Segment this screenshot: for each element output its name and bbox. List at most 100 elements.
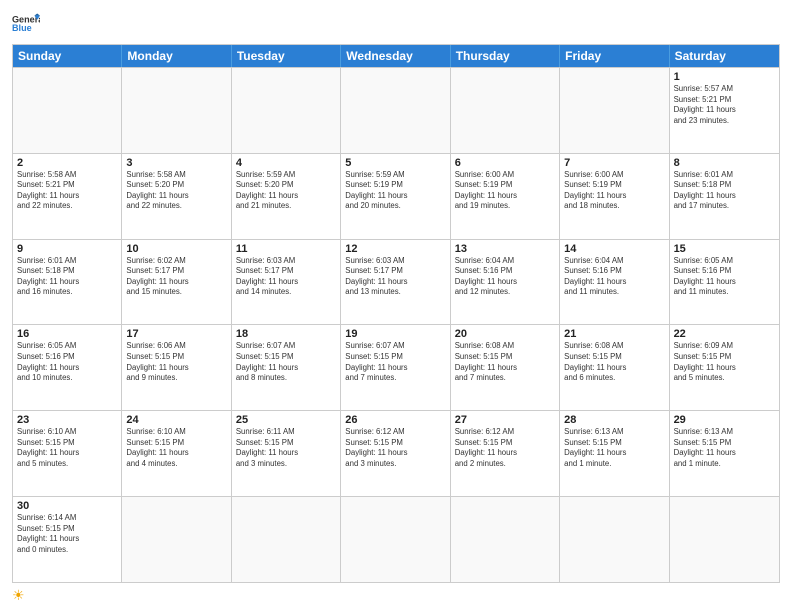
day-header-monday: Monday (122, 45, 231, 67)
day-header-tuesday: Tuesday (232, 45, 341, 67)
day-cell-22: 22Sunrise: 6:09 AM Sunset: 5:15 PM Dayli… (670, 325, 779, 410)
day-cell-19: 19Sunrise: 6:07 AM Sunset: 5:15 PM Dayli… (341, 325, 450, 410)
page: General Blue SundayMondayTuesdayWednesda… (0, 0, 792, 612)
day-number: 22 (674, 328, 775, 340)
day-number: 18 (236, 328, 336, 340)
calendar: SundayMondayTuesdayWednesdayThursdayFrid… (12, 44, 780, 583)
day-info: Sunrise: 6:10 AM Sunset: 5:15 PM Dayligh… (17, 427, 117, 469)
day-info: Sunrise: 6:11 AM Sunset: 5:15 PM Dayligh… (236, 427, 336, 469)
day-cell-4: 4Sunrise: 5:59 AM Sunset: 5:20 PM Daylig… (232, 154, 341, 239)
day-number: 27 (455, 414, 555, 426)
day-cell-1: 1Sunrise: 5:57 AM Sunset: 5:21 PM Daylig… (670, 68, 779, 153)
empty-cell (560, 497, 669, 582)
day-info: Sunrise: 5:58 AM Sunset: 5:21 PM Dayligh… (17, 170, 117, 212)
day-info: Sunrise: 5:58 AM Sunset: 5:20 PM Dayligh… (126, 170, 226, 212)
sun-icon: ☀ (12, 587, 25, 604)
day-info: Sunrise: 6:03 AM Sunset: 5:17 PM Dayligh… (236, 256, 336, 298)
day-cell-13: 13Sunrise: 6:04 AM Sunset: 5:16 PM Dayli… (451, 240, 560, 325)
day-info: Sunrise: 6:12 AM Sunset: 5:15 PM Dayligh… (455, 427, 555, 469)
day-cell-5: 5Sunrise: 5:59 AM Sunset: 5:19 PM Daylig… (341, 154, 450, 239)
day-number: 21 (564, 328, 664, 340)
day-info: Sunrise: 6:02 AM Sunset: 5:17 PM Dayligh… (126, 256, 226, 298)
day-cell-30: 30Sunrise: 6:14 AM Sunset: 5:15 PM Dayli… (13, 497, 122, 582)
day-number: 24 (126, 414, 226, 426)
day-header-thursday: Thursday (451, 45, 560, 67)
day-info: Sunrise: 6:09 AM Sunset: 5:15 PM Dayligh… (674, 341, 775, 383)
day-info: Sunrise: 6:05 AM Sunset: 5:16 PM Dayligh… (674, 256, 775, 298)
day-cell-3: 3Sunrise: 5:58 AM Sunset: 5:20 PM Daylig… (122, 154, 231, 239)
day-cell-17: 17Sunrise: 6:06 AM Sunset: 5:15 PM Dayli… (122, 325, 231, 410)
week-2: 9Sunrise: 6:01 AM Sunset: 5:18 PM Daylig… (13, 239, 779, 325)
day-info: Sunrise: 6:08 AM Sunset: 5:15 PM Dayligh… (564, 341, 664, 383)
day-cell-10: 10Sunrise: 6:02 AM Sunset: 5:17 PM Dayli… (122, 240, 231, 325)
day-header-wednesday: Wednesday (341, 45, 450, 67)
week-4: 23Sunrise: 6:10 AM Sunset: 5:15 PM Dayli… (13, 410, 779, 496)
day-info: Sunrise: 6:06 AM Sunset: 5:15 PM Dayligh… (126, 341, 226, 383)
day-number: 3 (126, 157, 226, 169)
day-info: Sunrise: 6:10 AM Sunset: 5:15 PM Dayligh… (126, 427, 226, 469)
day-number: 26 (345, 414, 445, 426)
day-headers: SundayMondayTuesdayWednesdayThursdayFrid… (13, 45, 779, 67)
empty-cell (670, 497, 779, 582)
day-cell-27: 27Sunrise: 6:12 AM Sunset: 5:15 PM Dayli… (451, 411, 560, 496)
day-number: 29 (674, 414, 775, 426)
day-info: Sunrise: 6:01 AM Sunset: 5:18 PM Dayligh… (17, 256, 117, 298)
logo-icon: General Blue (12, 10, 40, 38)
day-header-saturday: Saturday (670, 45, 779, 67)
day-info: Sunrise: 6:03 AM Sunset: 5:17 PM Dayligh… (345, 256, 445, 298)
day-number: 28 (564, 414, 664, 426)
day-cell-6: 6Sunrise: 6:00 AM Sunset: 5:19 PM Daylig… (451, 154, 560, 239)
empty-cell (341, 68, 450, 153)
day-info: Sunrise: 6:07 AM Sunset: 5:15 PM Dayligh… (236, 341, 336, 383)
day-info: Sunrise: 6:00 AM Sunset: 5:19 PM Dayligh… (455, 170, 555, 212)
day-info: Sunrise: 6:12 AM Sunset: 5:15 PM Dayligh… (345, 427, 445, 469)
day-info: Sunrise: 5:59 AM Sunset: 5:19 PM Dayligh… (345, 170, 445, 212)
empty-cell (232, 497, 341, 582)
day-number: 17 (126, 328, 226, 340)
day-info: Sunrise: 6:14 AM Sunset: 5:15 PM Dayligh… (17, 513, 117, 555)
day-cell-18: 18Sunrise: 6:07 AM Sunset: 5:15 PM Dayli… (232, 325, 341, 410)
weeks: 1Sunrise: 5:57 AM Sunset: 5:21 PM Daylig… (13, 67, 779, 582)
day-number: 1 (674, 71, 775, 83)
day-number: 16 (17, 328, 117, 340)
day-cell-2: 2Sunrise: 5:58 AM Sunset: 5:21 PM Daylig… (13, 154, 122, 239)
day-number: 8 (674, 157, 775, 169)
day-number: 5 (345, 157, 445, 169)
day-cell-24: 24Sunrise: 6:10 AM Sunset: 5:15 PM Dayli… (122, 411, 231, 496)
day-number: 7 (564, 157, 664, 169)
day-number: 19 (345, 328, 445, 340)
day-cell-12: 12Sunrise: 6:03 AM Sunset: 5:17 PM Dayli… (341, 240, 450, 325)
day-number: 14 (564, 243, 664, 255)
week-1: 2Sunrise: 5:58 AM Sunset: 5:21 PM Daylig… (13, 153, 779, 239)
week-5: 30Sunrise: 6:14 AM Sunset: 5:15 PM Dayli… (13, 496, 779, 582)
week-3: 16Sunrise: 6:05 AM Sunset: 5:16 PM Dayli… (13, 324, 779, 410)
day-number: 10 (126, 243, 226, 255)
day-info: Sunrise: 6:04 AM Sunset: 5:16 PM Dayligh… (455, 256, 555, 298)
header: General Blue (12, 10, 780, 38)
day-info: Sunrise: 6:13 AM Sunset: 5:15 PM Dayligh… (674, 427, 775, 469)
day-cell-14: 14Sunrise: 6:04 AM Sunset: 5:16 PM Dayli… (560, 240, 669, 325)
logo: General Blue (12, 10, 40, 38)
empty-cell (560, 68, 669, 153)
day-number: 9 (17, 243, 117, 255)
day-cell-25: 25Sunrise: 6:11 AM Sunset: 5:15 PM Dayli… (232, 411, 341, 496)
day-number: 23 (17, 414, 117, 426)
empty-cell (451, 497, 560, 582)
day-info: Sunrise: 6:00 AM Sunset: 5:19 PM Dayligh… (564, 170, 664, 212)
empty-cell (122, 68, 231, 153)
day-cell-7: 7Sunrise: 6:00 AM Sunset: 5:19 PM Daylig… (560, 154, 669, 239)
day-info: Sunrise: 6:08 AM Sunset: 5:15 PM Dayligh… (455, 341, 555, 383)
empty-cell (13, 68, 122, 153)
day-info: Sunrise: 6:05 AM Sunset: 5:16 PM Dayligh… (17, 341, 117, 383)
footer-note: ☀ (12, 583, 780, 604)
week-0: 1Sunrise: 5:57 AM Sunset: 5:21 PM Daylig… (13, 67, 779, 153)
day-number: 11 (236, 243, 336, 255)
day-cell-26: 26Sunrise: 6:12 AM Sunset: 5:15 PM Dayli… (341, 411, 450, 496)
day-cell-8: 8Sunrise: 6:01 AM Sunset: 5:18 PM Daylig… (670, 154, 779, 239)
empty-cell (451, 68, 560, 153)
day-info: Sunrise: 6:04 AM Sunset: 5:16 PM Dayligh… (564, 256, 664, 298)
day-number: 6 (455, 157, 555, 169)
day-cell-11: 11Sunrise: 6:03 AM Sunset: 5:17 PM Dayli… (232, 240, 341, 325)
day-cell-29: 29Sunrise: 6:13 AM Sunset: 5:15 PM Dayli… (670, 411, 779, 496)
day-number: 20 (455, 328, 555, 340)
